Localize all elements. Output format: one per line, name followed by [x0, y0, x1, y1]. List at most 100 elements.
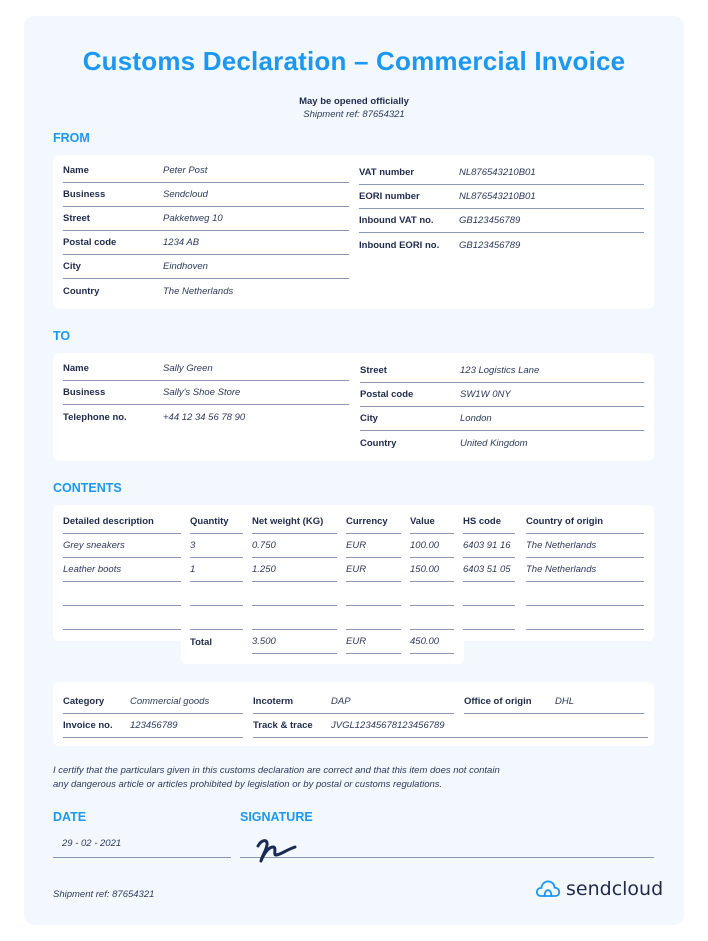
- from-left-field: Street Pakketweg 10: [63, 207, 349, 231]
- table-cell: [463, 606, 515, 630]
- from-right-value: NL876543210B01: [459, 191, 536, 202]
- table-cell: [463, 582, 515, 606]
- table-cell: The Netherlands: [526, 558, 644, 582]
- to-left-field: Business Sally's Shoe Store: [63, 381, 349, 405]
- from-left-label: Name: [63, 165, 89, 176]
- brand-name: sendcloud: [566, 878, 664, 900]
- incoterm-value: DAP: [331, 696, 351, 707]
- to-right-value: SW1W 0NY: [460, 389, 511, 400]
- invoice-field: Invoice no. 123456789: [63, 714, 243, 738]
- from-left-field: City Eindhoven: [63, 255, 349, 279]
- table-cell: [526, 606, 644, 630]
- office-of-origin-field: Office of origin DHL: [464, 690, 644, 714]
- signature-scribble-icon: [256, 839, 297, 863]
- column-header: Country of origin: [526, 510, 644, 534]
- table-cell: [190, 606, 243, 630]
- shipment-details-card: Category Commercial goods Incoterm DAP O…: [53, 682, 654, 746]
- from-left-label: Street: [63, 213, 90, 224]
- certification-line-2: any dangerous article or articles prohib…: [53, 779, 443, 790]
- table-cell: EUR: [346, 534, 401, 558]
- to-right-field: Postal code SW1W 0NY: [360, 383, 644, 407]
- to-right-field: City London: [360, 407, 644, 431]
- from-left-label: City: [63, 261, 81, 272]
- from-left-value: Sendcloud: [163, 189, 208, 200]
- table-cell: [346, 582, 401, 606]
- from-left-label: Country: [63, 285, 100, 297]
- total-label: Total: [190, 636, 212, 648]
- from-right-value: GB123456789: [459, 239, 521, 251]
- page-title: Customs Declaration – Commercial Invoice: [82, 46, 626, 76]
- from-left-value: Peter Post: [163, 165, 208, 176]
- column-header: Value: [410, 510, 454, 534]
- table-cell: 1: [190, 558, 243, 582]
- table-cell: [63, 606, 181, 630]
- to-right-label: Country: [360, 437, 397, 449]
- table-cell: 150.00: [410, 558, 454, 582]
- from-left-value: The Netherlands: [163, 285, 234, 297]
- date-line: [53, 857, 231, 858]
- table-cell: [346, 606, 401, 630]
- from-right-value: GB123456789: [459, 215, 521, 226]
- table-cell: Grey sneakers: [63, 534, 181, 558]
- from-left-field: Business Sendcloud: [63, 183, 349, 207]
- from-left-value: Pakketweg 10: [163, 213, 223, 224]
- from-left-value: 1234 AB: [163, 237, 200, 248]
- table-cell: [410, 606, 454, 630]
- table-cell: [410, 582, 454, 606]
- signature-line: [240, 857, 654, 858]
- table-cell: 6403 91 16: [463, 534, 515, 558]
- to-left-label: Telephone no.: [63, 411, 127, 423]
- from-left-field: Postal code 1234 AB: [63, 231, 349, 255]
- table-cell: The Netherlands: [526, 534, 644, 558]
- table-cell: [252, 606, 337, 630]
- customs-declaration-page: Customs Declaration – Commercial Invoice…: [24, 16, 684, 925]
- from-left-label: Business: [63, 189, 106, 200]
- category-label: Category: [63, 696, 105, 707]
- from-left-field: Name Peter Post: [63, 159, 349, 183]
- from-right-label: VAT number: [359, 167, 415, 178]
- from-left-value: Eindhoven: [163, 261, 208, 272]
- incoterm-label: Incoterm: [253, 696, 294, 707]
- invoice-label: Invoice no.: [63, 720, 113, 731]
- table-cell: 100.00: [410, 534, 454, 558]
- table-cell: [190, 582, 243, 606]
- incoterm-field: Incoterm DAP: [253, 690, 454, 714]
- total-currency: EUR: [346, 630, 401, 654]
- from-left-label: Postal code: [63, 237, 117, 248]
- to-right-field: Street 123 Logistics Lane: [360, 359, 644, 383]
- table-cell: [63, 582, 181, 606]
- to-card: Name Sally Green Business Sally's Shoe Stor…: [53, 353, 654, 461]
- cloud-icon: [535, 880, 561, 897]
- opened-officially-notice: May be opened officially: [299, 96, 409, 107]
- to-right-value: 123 Logistics Lane: [460, 365, 540, 376]
- table-cell: 1.250: [252, 558, 337, 582]
- track-trace-value: JVGL12345678123456789: [331, 720, 445, 731]
- table-cell: Leather boots: [63, 558, 181, 582]
- from-right-label: Inbound VAT no.: [359, 215, 434, 226]
- date-value: 29 - 02 - 2021: [62, 838, 122, 849]
- column-header: Net weight (KG): [252, 510, 337, 534]
- from-heading: FROM: [53, 131, 90, 145]
- to-right-label: Postal code: [360, 389, 414, 400]
- certification-line-1: I certify that the particulars given in …: [53, 765, 500, 776]
- category-value: Commercial goods: [130, 696, 210, 707]
- to-right-label: Street: [360, 365, 387, 376]
- to-left-value: Sally's Shoe Store: [163, 387, 241, 398]
- table-cell: [252, 582, 337, 606]
- to-right-field: Country United Kingdom: [360, 431, 644, 455]
- from-left-field: Country The Netherlands: [63, 279, 349, 303]
- invoice-value: 123456789: [130, 720, 178, 731]
- signature-heading: SIGNATURE: [240, 810, 313, 824]
- total-weight: 3.500: [252, 630, 337, 654]
- to-right-label: City: [360, 413, 378, 424]
- table-cell: 0.750: [252, 534, 337, 558]
- from-right-field: EORI number NL876543210B01: [359, 185, 644, 209]
- column-header: HS code: [463, 510, 515, 534]
- from-card: Name Peter Post Business Sendcloud Street Pak…: [53, 155, 654, 309]
- footer-shipment-ref: Shipment ref: 87654321: [53, 889, 155, 900]
- total-value: 450.00: [410, 630, 454, 654]
- to-left-label: Name: [63, 363, 89, 374]
- category-field: Category Commercial goods: [63, 690, 243, 714]
- from-right-label: EORI number: [359, 191, 420, 202]
- column-header: Detailed description: [63, 510, 181, 534]
